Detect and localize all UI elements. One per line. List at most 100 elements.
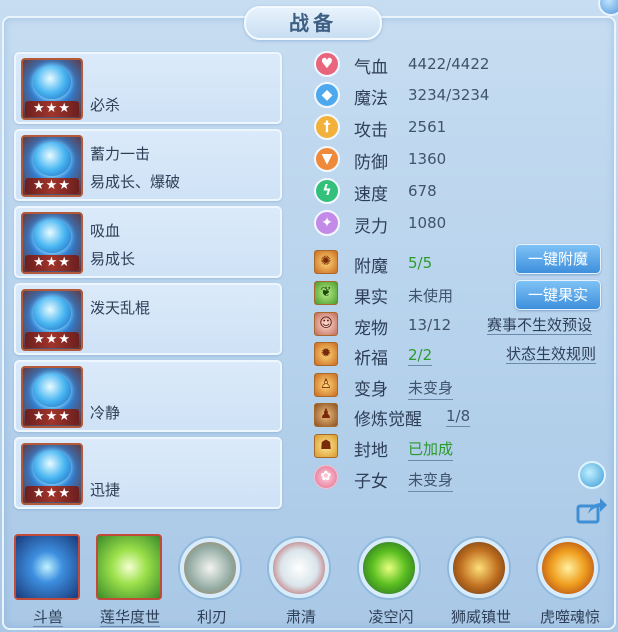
child-icon: ✿ — [314, 465, 338, 489]
pet-portrait-icon: ☺ — [314, 312, 338, 336]
stat-value: 3234/3234 — [408, 86, 490, 104]
row-value: 未使用 — [408, 287, 454, 305]
row-value[interactable]: 未变身 — [408, 469, 454, 492]
meditation-icon: ♟ — [314, 403, 338, 427]
slot-label: 莲华度世 — [99, 608, 160, 627]
skill-card[interactable]: ★★★ 吸血 易成长 — [14, 206, 282, 278]
row-label: 封地 — [354, 441, 388, 461]
slot-label: 虎噬魂惊 — [539, 608, 600, 626]
stat-mp: ◆ 魔法 3234/3234 — [312, 81, 602, 109]
stat-label: 速度 — [354, 185, 388, 205]
row-label: 果实 — [354, 288, 388, 308]
skill-slot-lianhua[interactable]: 莲华度世 — [94, 534, 166, 632]
stat-label: 魔法 — [354, 89, 388, 109]
stat-hp: ♥ 气血 4422/4422 — [312, 50, 602, 78]
stat-value: 678 — [408, 182, 437, 200]
stat-speed: ϟ 速度 678 — [312, 177, 602, 205]
enchant-icon: ✺ — [314, 250, 338, 274]
one-click-fruit-button[interactable]: 一键果实 — [515, 280, 601, 310]
row-fief[interactable]: ☗ 封地 已加成 — [312, 433, 607, 461]
stat-value: 1080 — [408, 214, 447, 232]
skill-card[interactable]: ★★★ 必杀 — [14, 52, 282, 124]
row-label: 修炼觉醒 — [354, 410, 422, 430]
skill-tags: 冷静 — [90, 404, 121, 422]
skill-name: 蓄力一击 — [90, 145, 151, 163]
dash-strike-icon — [359, 538, 419, 598]
row-value[interactable]: 已加成 — [408, 438, 454, 461]
refresh-orb-icon[interactable] — [578, 461, 606, 489]
skill-slot-doushou[interactable]: 斗兽 — [12, 534, 84, 632]
sword-slash-icon — [269, 538, 329, 598]
stat-spirit: ✦ 灵力 1080 — [312, 209, 602, 237]
skill-icon: ★★★ — [21, 366, 83, 428]
beast-orb-icon — [14, 534, 80, 600]
row-transform[interactable]: ♙ 变身 未变身 — [312, 372, 607, 400]
mana-drop-icon: ◆ — [314, 82, 340, 108]
skill-stars: ★★★ — [25, 255, 79, 271]
stat-attack: † 攻击 2561 — [312, 113, 602, 141]
skill-icon: ★★★ — [21, 443, 83, 505]
skill-icon: ★★★ — [21, 212, 83, 274]
skill-slot-liren: 利刃 — [176, 534, 248, 632]
row-children[interactable]: ✿ 子女 未变身 — [312, 464, 607, 492]
row-label: 宠物 — [354, 319, 388, 339]
skill-tags: 易成长、爆破 — [90, 173, 181, 191]
row-value[interactable]: 2/2 — [408, 346, 433, 366]
status-rules-link[interactable]: 状态生效规则 — [506, 345, 597, 364]
stat-value: 4422/4422 — [408, 55, 490, 73]
fief-gate-icon: ☗ — [314, 434, 338, 458]
skill-stars: ★★★ — [25, 178, 79, 194]
spirit-gem-icon: ✦ — [314, 210, 340, 236]
skill-icon: ★★★ — [21, 135, 83, 197]
skill-stars: ★★★ — [25, 409, 79, 425]
skill-slot-hushi: 虎噬魂惊 — [534, 534, 606, 632]
stat-value: 1360 — [408, 150, 447, 168]
heart-icon: ♥ — [314, 51, 340, 77]
sword-icon: † — [314, 114, 340, 140]
row-value[interactable]: 1/8 — [446, 407, 471, 427]
skill-stars: ★★★ — [25, 486, 79, 502]
stat-label: 气血 — [354, 58, 388, 78]
skill-card[interactable]: ★★★ 冷静 — [14, 360, 282, 432]
tiger-flame-icon — [538, 538, 598, 598]
row-value: 5/5 — [408, 254, 433, 272]
page-title: 战备 — [289, 11, 337, 35]
close-orb-icon[interactable] — [598, 0, 618, 16]
row-label: 附魔 — [354, 257, 388, 277]
row-cultivation[interactable]: ♟ 修炼觉醒 1/8 — [312, 402, 607, 430]
slot-label: 凌空闪 — [368, 608, 414, 626]
row-label: 子女 — [354, 472, 388, 492]
row-value: 13/12 — [408, 316, 452, 334]
skill-slot-lingkongshan: 凌空闪 — [355, 534, 427, 632]
stat-label: 防御 — [354, 153, 388, 173]
slot-label: 斗兽 — [32, 608, 63, 627]
skill-name: 吸血 — [90, 222, 121, 240]
lightning-icon: ϟ — [314, 178, 340, 204]
slot-label: 肃清 — [285, 608, 316, 626]
lotus-hand-icon — [96, 534, 162, 600]
row-label: 祈福 — [354, 349, 388, 369]
stat-defense: ▼ 防御 1360 — [312, 145, 602, 173]
event-preset-link[interactable]: 赛事不生效预设 — [487, 316, 593, 335]
skill-tags: 易成长 — [90, 250, 136, 268]
skill-tags: 必杀 — [90, 96, 121, 114]
skill-stars: ★★★ — [25, 332, 79, 348]
share-icon[interactable] — [576, 496, 607, 524]
skill-card[interactable]: ★★★ 蓄力一击 易成长、爆破 — [14, 129, 282, 201]
stat-value: 2561 — [408, 118, 447, 136]
row-label: 变身 — [354, 380, 388, 400]
skill-slot-shiwei: 狮威镇世 — [445, 534, 517, 632]
row-value[interactable]: 未变身 — [408, 377, 454, 400]
skill-name: 泼天乱棍 — [90, 299, 151, 317]
lion-icon — [449, 538, 509, 598]
skill-stars: ★★★ — [25, 101, 79, 117]
slot-label: 利刃 — [196, 608, 227, 626]
battle-prep-panel: 战备 ★★★ 必杀 ★★★ 蓄力一击 易成长、爆破 ★★★ 吸血 易成长 ★★★… — [0, 0, 618, 632]
skill-slot-suqing: 肃清 — [265, 534, 337, 632]
skill-card[interactable]: ★★★ 泼天乱棍 — [14, 283, 282, 355]
stat-label: 攻击 — [354, 121, 388, 141]
blessing-icon: ✹ — [314, 342, 338, 366]
blade-icon — [180, 538, 240, 598]
skill-card[interactable]: ★★★ 迅捷 — [14, 437, 282, 509]
one-click-enchant-button[interactable]: 一键附魔 — [515, 244, 601, 274]
